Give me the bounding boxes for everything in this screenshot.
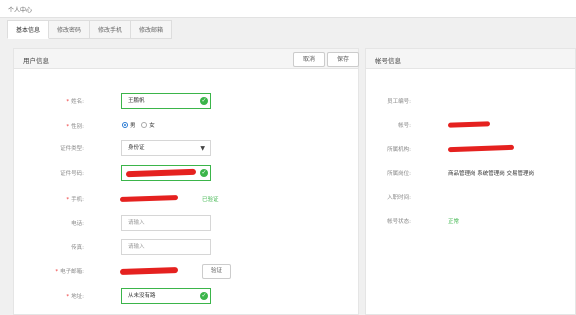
tab-change-email[interactable]: 修改邮箱: [131, 20, 173, 39]
account-info-header: 帐号信息: [366, 49, 575, 69]
phone-placeholder: 请输入: [128, 220, 145, 226]
status-value: 正常: [448, 219, 460, 225]
email-verify-button[interactable]: 验证: [202, 264, 231, 279]
caret-down-icon: ▼: [200, 145, 205, 152]
id-type-label: 证件类型:: [60, 146, 84, 152]
fax-field[interactable]: 请输入: [121, 239, 211, 255]
top-bar: 个人中心: [0, 0, 576, 18]
tab-change-phone[interactable]: 修改手机: [90, 20, 132, 39]
fax-placeholder: 请输入: [128, 244, 145, 250]
email-label: * 电子邮箱:: [55, 269, 84, 275]
id-type-value: 身份证: [128, 145, 145, 151]
account-info-title: 帐号信息: [375, 57, 401, 65]
account-label: 帐号:: [398, 123, 411, 129]
phone-row: 电话: 请输入: [14, 215, 344, 231]
tab-change-password[interactable]: 修改密码: [49, 20, 91, 39]
user-info-title: 用户信息: [23, 57, 49, 65]
gender-female-radio[interactable]: [141, 121, 148, 128]
check-circle-icon: ✓: [200, 169, 208, 177]
account-row-hire-date: 入职时间:: [366, 191, 566, 205]
page-title: 个人中心: [8, 7, 33, 14]
account-row-employee-id: 员工编号:: [366, 95, 566, 109]
account-info-panel: 帐号信息 员工编号: 帐号: 所属机构: 所属岗位: 商品管理岗 系统管理岗 交…: [365, 48, 576, 315]
address-value: 从未没有路: [128, 293, 156, 299]
email-row: * 电子邮箱: 验证: [14, 263, 344, 279]
phone-field[interactable]: 请输入: [121, 215, 211, 231]
organization-label: 所属机构:: [387, 147, 411, 153]
account-row-position: 所属岗位: 商品管理岗 系统管理岗 交易管理岗: [366, 167, 566, 181]
account-row-organization: 所属机构:: [366, 143, 566, 157]
id-number-field[interactable]: ✓: [121, 165, 211, 181]
address-field[interactable]: 从未没有路 ✓: [121, 288, 211, 304]
user-info-header: 用户信息 取消 保存: [14, 49, 359, 69]
organization-redaction: [447, 144, 515, 153]
name-field[interactable]: 王鹏帆 ✓: [121, 93, 211, 109]
account-row-account: 帐号:: [366, 119, 566, 133]
mobile-row: * 手机: 已验证: [14, 191, 344, 207]
address-label: * 地址:: [66, 294, 84, 300]
tab-basic-info[interactable]: 基本信息: [7, 20, 50, 39]
email-redaction: [119, 266, 179, 276]
gender-male-radio[interactable]: [122, 121, 128, 128]
gender-female-label: 女: [149, 123, 155, 129]
phone-label: 电话:: [71, 221, 84, 227]
id-number-redaction: [125, 168, 197, 178]
name-label: * 姓名:: [66, 99, 84, 105]
name-row: * 姓名: 王鹏帆 ✓: [14, 93, 344, 109]
hire-date-label: 入职时间:: [387, 195, 411, 201]
mobile-label: * 手机:: [66, 197, 84, 203]
id-number-row: 证件号码: ✓: [14, 165, 344, 181]
id-type-row: 证件类型: 身份证 ▼: [14, 140, 344, 156]
check-circle-icon: ✓: [200, 97, 208, 105]
fax-label: 传真:: [71, 245, 84, 251]
account-redaction: [447, 121, 491, 128]
mobile-verified-status: 已验证: [202, 197, 219, 203]
gender-male-label: 男: [130, 123, 136, 129]
save-button[interactable]: 保存: [327, 52, 359, 67]
position-value: 商品管理岗 系统管理岗 交易管理岗: [448, 171, 534, 177]
id-number-label: 证件号码:: [60, 171, 84, 177]
gender-label: * 性别:: [66, 124, 84, 130]
account-row-status: 帐号状态: 正常: [366, 215, 566, 229]
name-value: 王鹏帆: [128, 98, 145, 104]
position-label: 所属岗位:: [387, 171, 411, 177]
mobile-redaction: [119, 194, 179, 203]
fax-row: 传真: 请输入: [14, 239, 344, 255]
cancel-button[interactable]: 取消: [293, 52, 325, 67]
check-circle-icon: ✓: [200, 292, 208, 300]
gender-row: * 性别: 男 女: [14, 118, 344, 134]
employee-id-label: 员工编号:: [387, 99, 411, 105]
gender-radio-group: 男 女: [122, 121, 155, 129]
tab-bar: 基本信息 修改密码 修改手机 修改邮箱: [7, 20, 173, 39]
id-type-select[interactable]: 身份证 ▼: [121, 140, 211, 156]
user-info-panel: 用户信息 取消 保存 * 姓名: 王鹏帆 ✓ * 性别: 男 女 证件类型: 身份证…: [13, 48, 359, 315]
status-label: 帐号状态:: [387, 219, 411, 225]
address-row: * 地址: 从未没有路 ✓: [14, 288, 344, 304]
